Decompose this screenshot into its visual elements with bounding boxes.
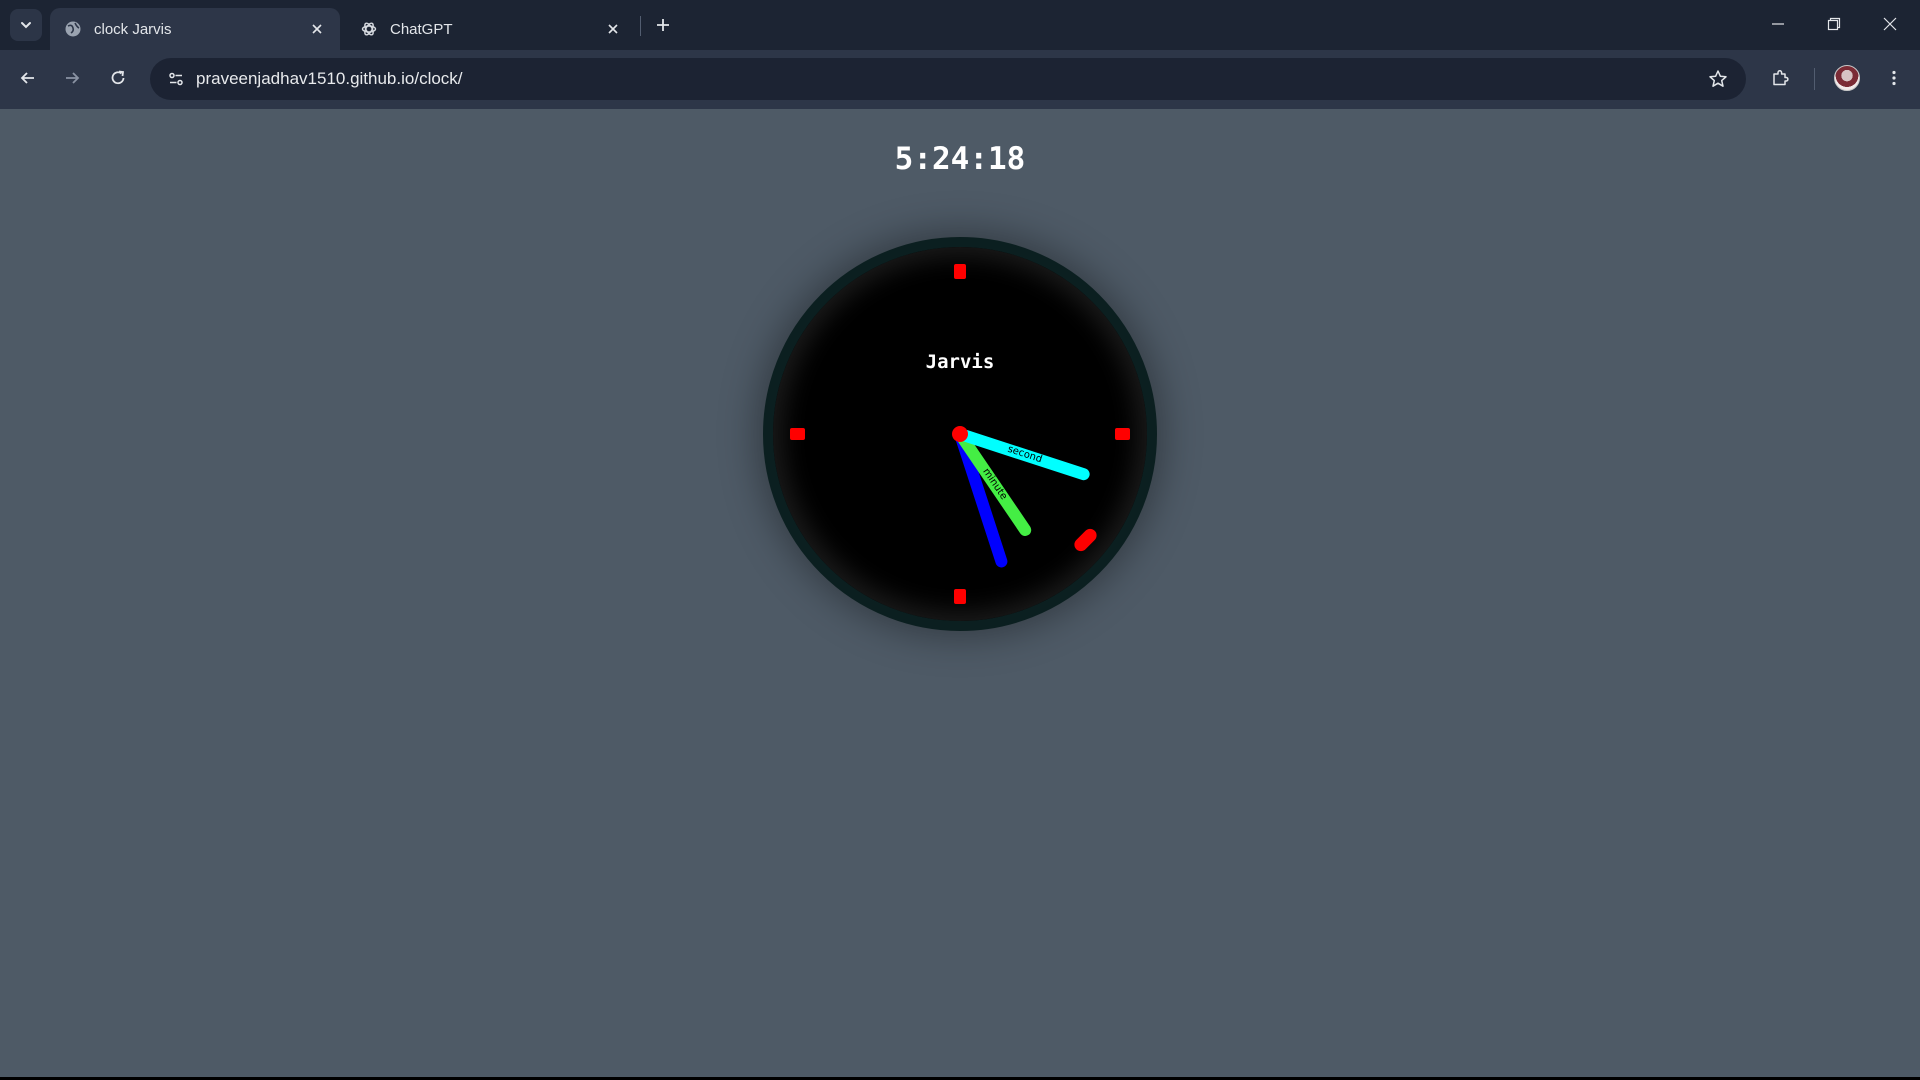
- tab-title: clock Jarvis: [94, 20, 172, 38]
- bookmark-button[interactable]: [1702, 63, 1734, 95]
- profile-avatar[interactable]: [1834, 65, 1860, 91]
- tab-title: ChatGPT: [390, 20, 453, 38]
- close-window-button[interactable]: [1862, 0, 1918, 48]
- toolbar-divider: [1814, 68, 1815, 90]
- tab-clock-jarvis[interactable]: clock Jarvis: [50, 8, 340, 50]
- star-icon: [1709, 70, 1727, 87]
- tune-icon: [169, 72, 183, 86]
- chevron-down-icon: [21, 22, 31, 29]
- url-text[interactable]: praveenjadhav1510.github.io/clock/: [196, 69, 463, 89]
- marker-6: [954, 589, 966, 604]
- tab-divider: [640, 16, 641, 36]
- extensions-button[interactable]: [1764, 62, 1796, 94]
- marker-4-30: [1071, 526, 1100, 554]
- clock-label: Jarvis: [925, 351, 995, 373]
- restore-icon: [1827, 17, 1841, 31]
- tab-strip: clock Jarvis ChatGPT: [0, 0, 1920, 50]
- more-vertical-icon: [1892, 70, 1896, 86]
- clock-center: [952, 426, 968, 442]
- close-tab-icon[interactable]: [306, 18, 328, 40]
- reload-icon: [111, 70, 125, 85]
- restore-button[interactable]: [1806, 0, 1862, 48]
- arrow-left-icon: [20, 72, 34, 84]
- close-tab-icon[interactable]: [602, 18, 624, 40]
- minimize-button[interactable]: [1750, 0, 1806, 48]
- back-button[interactable]: [12, 62, 44, 94]
- forward-button[interactable]: [56, 62, 88, 94]
- arrow-right-icon: [66, 72, 80, 84]
- new-tab-button[interactable]: [650, 12, 676, 38]
- navigation-toolbar: praveenjadhav1510.github.io/clock/: [0, 50, 1920, 109]
- marker-3: [1115, 428, 1130, 440]
- site-info-button[interactable]: [160, 63, 192, 95]
- analog-clock: Jarvis minute second: [763, 237, 1157, 631]
- tab-chatgpt[interactable]: ChatGPT: [346, 8, 636, 50]
- globe-icon: [64, 20, 82, 38]
- tab-search-button[interactable]: [10, 9, 42, 41]
- marker-12: [954, 264, 966, 279]
- puzzle-icon: [1773, 69, 1789, 86]
- chatgpt-logo-icon: [360, 20, 378, 38]
- digital-time: 5:24:18: [894, 141, 1026, 177]
- minimize-icon: [1772, 23, 1784, 25]
- reload-button[interactable]: [102, 62, 134, 94]
- browser-chrome: clock Jarvis ChatGPT praveenjadhav1510.g…: [0, 0, 1920, 109]
- close-icon: [1883, 17, 1897, 31]
- page-viewport: 5:24:18 Jarvis minute second: [0, 109, 1920, 1077]
- menu-button[interactable]: [1878, 62, 1910, 94]
- plus-icon: [657, 19, 669, 31]
- address-bar[interactable]: praveenjadhav1510.github.io/clock/: [150, 58, 1746, 100]
- marker-9: [790, 428, 805, 440]
